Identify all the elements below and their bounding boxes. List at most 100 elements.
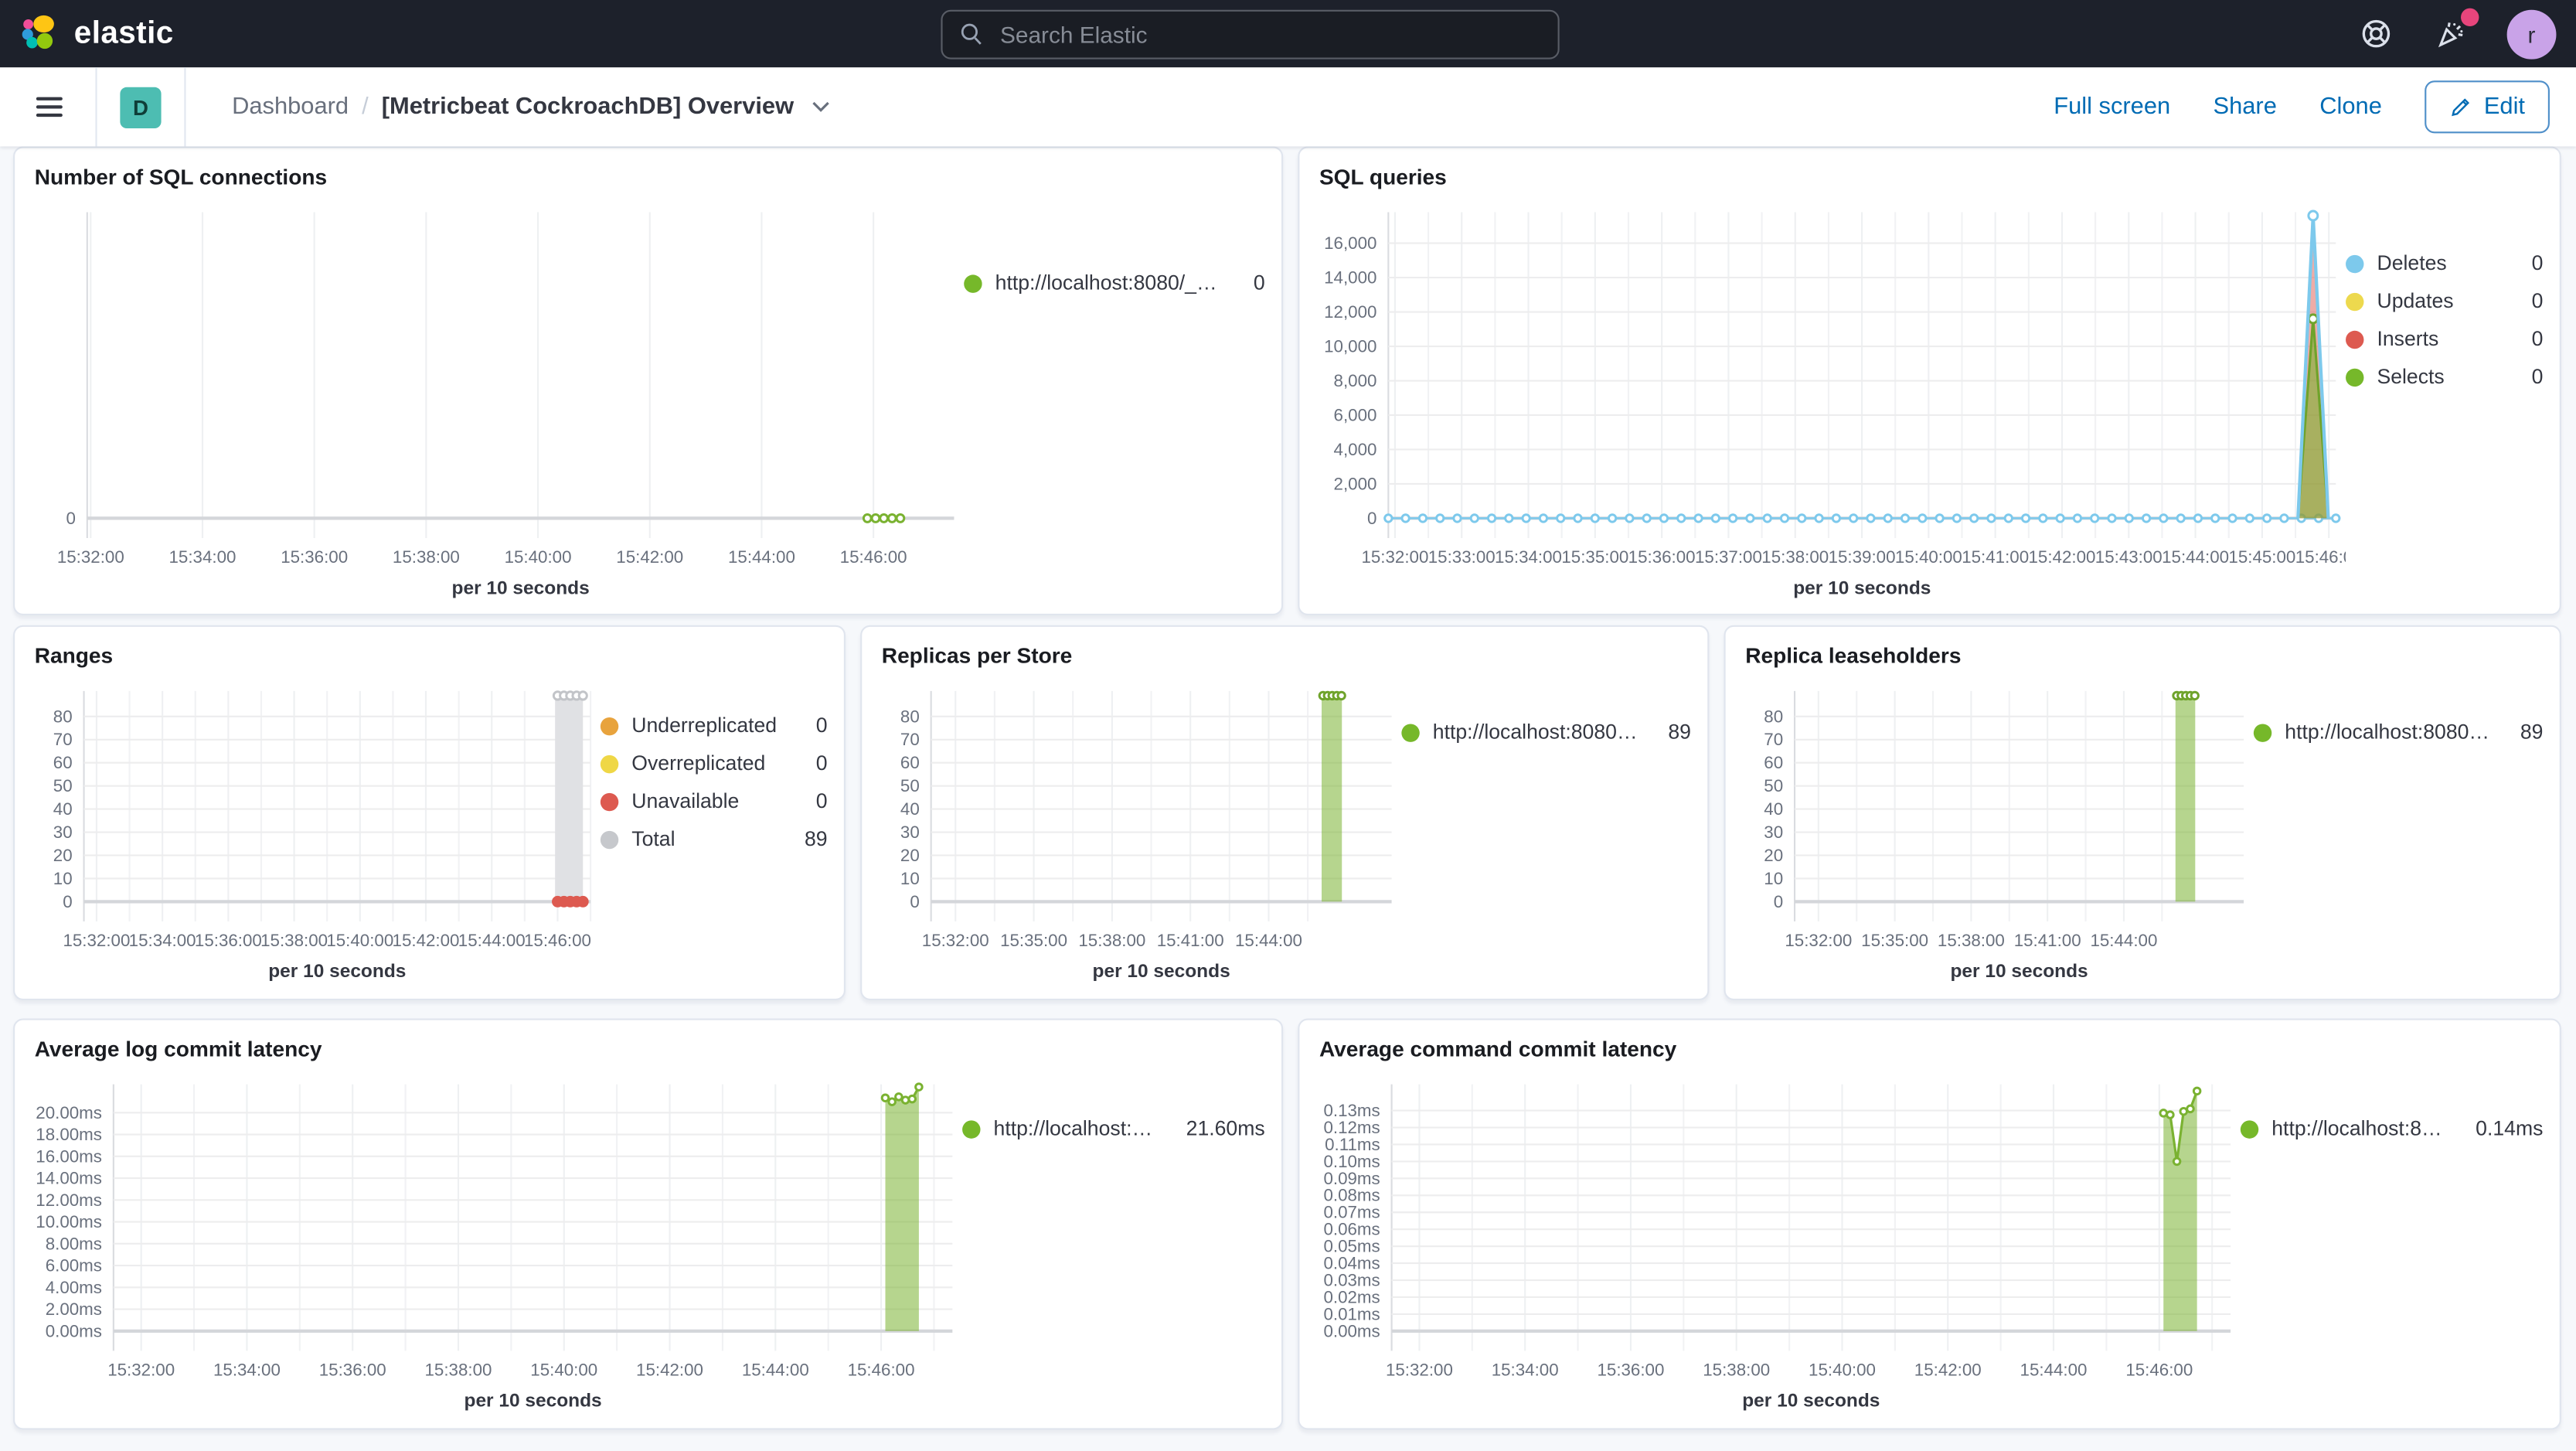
svg-text:15:39:00: 15:39:00 (1829, 547, 1896, 567)
divider (184, 67, 186, 147)
legend-item[interactable]: Updates 0 (2346, 289, 2543, 313)
svg-text:per 10 seconds: per 10 seconds (268, 961, 406, 982)
svg-text:2,000: 2,000 (1334, 474, 1377, 493)
svg-text:0.00ms: 0.00ms (46, 1321, 102, 1340)
legend-swatch-icon (600, 716, 619, 735)
svg-text:80: 80 (53, 707, 73, 726)
edit-button[interactable]: Edit (2425, 80, 2550, 134)
svg-text:60: 60 (53, 753, 73, 772)
legend-swatch-icon (2240, 1119, 2259, 1138)
chart-plot[interactable]: 0 10 20 30 40 50 60 70 80 15:32:00 15:35:00 15:38:0… (875, 678, 1401, 993)
breadcrumb-dashboard-link[interactable]: Dashboard (232, 94, 349, 120)
legend-item[interactable]: http://localhost:8080/_stat... 0 (964, 271, 1265, 295)
panel-ranges: Ranges 0 10 20 30 40 50 60 70 80 15:32:00 15:34:00… (13, 625, 846, 1001)
legend-item[interactable]: http://localhost:8080/_sta... 89 (1401, 720, 1691, 744)
svg-text:per 10 seconds: per 10 seconds (1950, 961, 2088, 982)
menu-icon[interactable] (26, 90, 73, 124)
legend-label: http://localhost:8080... (2271, 1117, 2446, 1140)
legend-item[interactable]: http://localhost:8080... 0.14ms (2240, 1117, 2543, 1140)
svg-text:15:46:00: 15:46:00 (524, 931, 591, 950)
legend-value: 0 (2531, 251, 2544, 275)
svg-text:15:34:00: 15:34:00 (1495, 547, 1562, 567)
svg-text:0: 0 (1367, 509, 1376, 528)
svg-text:0: 0 (66, 509, 75, 528)
svg-text:15:44:00: 15:44:00 (742, 1360, 809, 1379)
legend-item[interactable]: Deletes 0 (2346, 251, 2544, 275)
chart-legend: http://localhost:8080/_sta... 89 (2253, 678, 2547, 993)
svg-text:10: 10 (900, 869, 920, 888)
panel-average-command-commit-latency: Average command commit latency 0.00ms 0.0… (1298, 1018, 2561, 1430)
legend-value: 89 (804, 827, 828, 851)
svg-text:15:38:00: 15:38:00 (425, 1360, 492, 1379)
chart-plot[interactable]: 0.00ms 2.00ms 4.00ms 6.00ms 8.00ms 10.00ms 12.… (28, 1071, 962, 1422)
svg-text:16,000: 16,000 (1324, 233, 1376, 253)
user-avatar[interactable]: r (2506, 9, 2557, 59)
legend-item[interactable]: Unavailable 0 (600, 790, 828, 812)
dashboard-app-badge: D (120, 86, 162, 128)
newsfeed-icon[interactable] (2431, 7, 2479, 53)
panel-replicas-per-store: Replicas per Store 0 10 20 30 40 50 60 70 80 15:3… (860, 625, 1710, 1001)
legend-label: Selects (2377, 365, 2445, 389)
legend-item[interactable]: Underreplicated 0 (600, 714, 828, 737)
chart-plot[interactable]: 0 10 20 30 40 50 60 70 80 15:32:00 15:34:00 15:36:0… (28, 678, 601, 993)
global-search[interactable] (941, 9, 1560, 59)
breadcrumb: Dashboard / [Metricbeat CockroachDB] Ove… (232, 94, 830, 120)
svg-text:0.06ms: 0.06ms (1323, 1220, 1380, 1239)
legend-item[interactable]: http://localhost:8080/_sta... 89 (2253, 720, 2543, 744)
svg-text:0.05ms: 0.05ms (1323, 1237, 1380, 1256)
svg-text:15:38:00: 15:38:00 (1703, 1360, 1770, 1379)
legend-label: Updates (2377, 289, 2454, 313)
svg-text:8,000: 8,000 (1334, 371, 1377, 390)
svg-text:0.07ms: 0.07ms (1323, 1203, 1380, 1222)
legend-item[interactable]: Total 89 (600, 827, 828, 851)
full-screen-link[interactable]: Full screen (2054, 94, 2170, 120)
search-input[interactable] (996, 19, 1542, 49)
share-link[interactable]: Share (2214, 94, 2277, 120)
help-icon[interactable] (2356, 14, 2395, 53)
avatar-initial: r (2527, 20, 2536, 47)
chart-plot[interactable]: 0 10 20 30 40 50 60 70 80 15:32:00 15:35:00 15:38:0… (1739, 678, 2254, 993)
svg-text:15:40:00: 15:40:00 (1809, 1360, 1876, 1379)
svg-text:15:36:00: 15:36:00 (195, 931, 262, 950)
svg-text:18.00ms: 18.00ms (36, 1125, 102, 1144)
legend-swatch-icon (2346, 367, 2364, 387)
chart-legend: Underreplicated 0 Overreplicated 0 Unavailab… (600, 678, 831, 993)
svg-text:14.00ms: 14.00ms (36, 1169, 102, 1188)
legend-swatch-icon (2253, 723, 2272, 741)
chevron-down-icon[interactable] (810, 100, 830, 114)
svg-text:per 10 seconds: per 10 seconds (1093, 961, 1230, 982)
elastic-logo-icon (20, 13, 61, 54)
svg-text:per 10 seconds: per 10 seconds (1793, 577, 1931, 598)
legend-item[interactable]: Inserts 0 (2346, 327, 2543, 351)
legend-item[interactable]: Overreplicated 0 (600, 752, 828, 775)
svg-text:15:35:00: 15:35:00 (1000, 931, 1067, 950)
svg-text:10,000: 10,000 (1324, 336, 1376, 356)
svg-text:15:35:00: 15:35:00 (1861, 931, 1928, 950)
svg-text:15:32:00: 15:32:00 (1785, 931, 1852, 950)
chart-legend: Deletes 0 Updates 0 Inserts 0 Selects 0 (2346, 199, 2547, 609)
chart-plot[interactable]: 0 2,000 4,000 6,000 8,000 10,000 12,000 14,000 1… (1312, 199, 2363, 609)
legend-item[interactable]: http://localhost:808... 21.60ms (962, 1117, 1265, 1140)
svg-text:20: 20 (1764, 846, 1783, 865)
svg-text:15:46:00: 15:46:00 (2295, 547, 2346, 567)
search-icon (959, 22, 984, 46)
divider (95, 67, 97, 147)
svg-text:15:38:00: 15:38:00 (1938, 931, 2005, 950)
svg-text:15:38:00: 15:38:00 (393, 547, 460, 567)
clone-link[interactable]: Clone (2319, 94, 2382, 120)
svg-text:70: 70 (1764, 730, 1783, 749)
chart-plot[interactable]: 0.00ms 0.01ms 0.02ms 0.03ms 0.04ms 0.05ms 0.06… (1312, 1071, 2240, 1422)
panel-title: Number of SQL connections (34, 164, 328, 189)
legend-swatch-icon (2346, 329, 2364, 349)
svg-text:10: 10 (1764, 869, 1783, 888)
svg-text:15:36:00: 15:36:00 (281, 547, 348, 567)
legend-swatch-icon (2346, 254, 2364, 273)
svg-text:6,000: 6,000 (1334, 405, 1377, 424)
chart-plot[interactable]: 0 15:32:00 15:34:00 15:36:00 15:38:00 15:40:0… (28, 199, 964, 609)
svg-text:0.12ms: 0.12ms (1323, 1118, 1380, 1137)
legend-label: Inserts (2377, 327, 2439, 351)
svg-text:80: 80 (900, 707, 920, 726)
brand[interactable]: elastic (20, 13, 941, 54)
legend-item[interactable]: Selects 0 (2346, 365, 2543, 388)
svg-text:0.03ms: 0.03ms (1323, 1270, 1380, 1289)
